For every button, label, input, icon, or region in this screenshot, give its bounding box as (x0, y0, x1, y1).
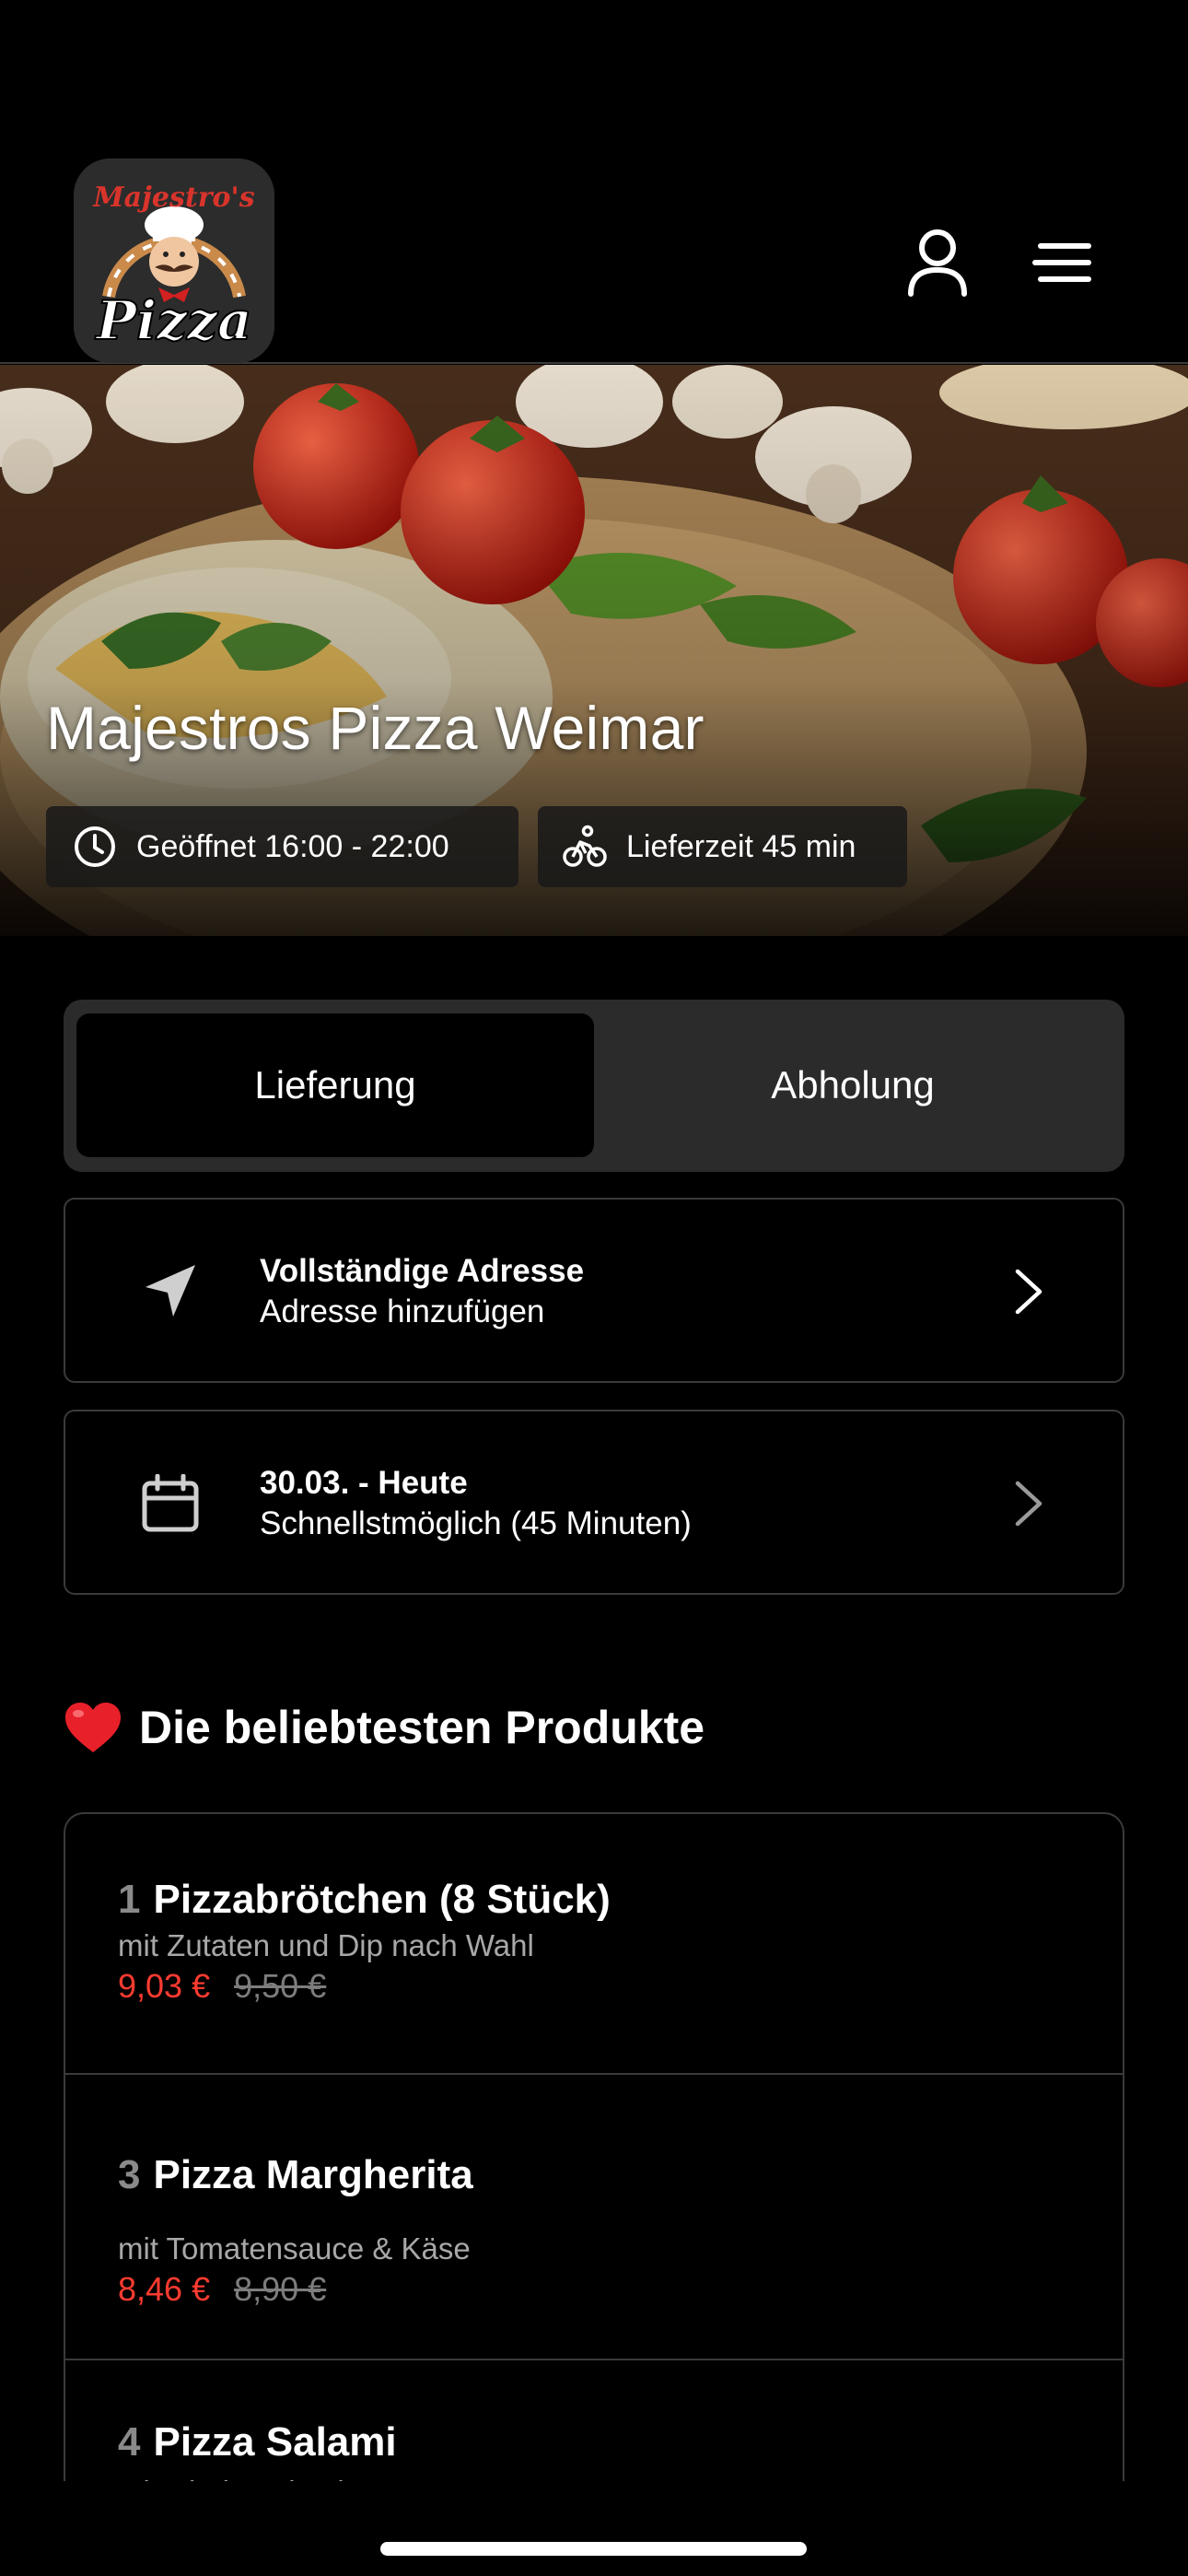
address-subtitle: Adresse hinzufügen (260, 1294, 545, 1329)
address-texts: Vollständige Adresse Adresse hinzufügen (260, 1251, 584, 1332)
clock-icon (72, 824, 118, 870)
old-price: 9,50 € (234, 1967, 327, 2005)
product-item[interactable]: 4Pizza Salami mit Rindersalami (65, 2360, 1123, 2485)
product-number: 4 (118, 2419, 141, 2465)
delivery-time-text: Lieferzeit 45 min (626, 828, 856, 864)
heart-icon (65, 1703, 121, 1752)
app-screen: Majestro's Pizza Majestros Pizza Weimar … (0, 0, 1188, 2576)
schedule-date: 30.03. - Heute (260, 1465, 468, 1501)
restaurant-title: Majestros Pizza Weimar (46, 694, 705, 762)
top-header: Majestro's Pizza (0, 0, 1188, 364)
product-name: Pizza Salami (153, 2419, 397, 2465)
hamburger-menu-icon[interactable] (1021, 221, 1104, 304)
popular-products-list: 1 Pizzabrötchen (8 Stück) mit Zutaten und… (64, 1812, 1124, 2485)
svg-text:Majestro's: Majestro's (92, 181, 254, 214)
svg-text:Pizza: Pizza (94, 289, 251, 352)
popular-products-heading: Die beliebtesten Produkte (64, 1701, 705, 1754)
bottom-safe-area (0, 2481, 1188, 2576)
product-number: 3 (118, 2152, 141, 2197)
product-description: mit Zutaten und Dip nach Wahl (118, 1928, 534, 1962)
location-arrow-icon (132, 1253, 209, 1330)
schedule-texts: 30.03. - Heute Schnellstmöglich (45 Minu… (260, 1463, 692, 1544)
bicycle-icon (562, 824, 608, 870)
chevron-right-icon (1001, 1476, 1056, 1531)
tab-abholung[interactable]: Abholung (594, 1013, 1112, 1157)
delivery-time-row[interactable]: 30.03. - Heute Schnellstmöglich (45 Minu… (64, 1410, 1124, 1595)
delivery-time-chip: Lieferzeit 45 min (538, 806, 907, 887)
home-indicator[interactable] (380, 2542, 807, 2556)
product-price: 8,46 € 8,90 € (118, 2270, 326, 2309)
calendar-icon (132, 1465, 209, 1542)
product-heading: 1 Pizzabrötchen (8 Stück) (118, 1877, 611, 1923)
current-price: 9,03 € (118, 1967, 211, 2005)
popular-products-title: Die beliebtesten Produkte (139, 1702, 705, 1753)
product-item[interactable]: 1 Pizzabrötchen (8 Stück) mit Zutaten und… (65, 1814, 1123, 2075)
user-icon[interactable] (896, 221, 979, 304)
schedule-subtitle: Schnellstmöglich (45 Minuten) (260, 1505, 692, 1541)
product-name: Pizzabrötchen (8 Stück) (153, 1877, 611, 1922)
hero-banner: Majestros Pizza Weimar Geöffnet 16:00 - … (0, 365, 1188, 936)
product-price: 9,03 € 9,50 € (118, 1967, 326, 2006)
product-name: Pizza Margherita (153, 2152, 473, 2197)
product-number: 1 (118, 1877, 141, 1922)
opening-hours-text: Geöffnet 16:00 - 22:00 (136, 828, 449, 864)
address-row[interactable]: Vollständige Adresse Adresse hinzufügen (64, 1198, 1124, 1383)
current-price: 8,46 € (118, 2270, 211, 2308)
product-heading: 4 Pizza Salami (118, 2419, 397, 2465)
tab-lieferung[interactable]: Lieferung (76, 1013, 594, 1157)
restaurant-logo[interactable]: Majestro's Pizza (74, 158, 274, 363)
order-mode-toggle: Lieferung Abholung (64, 1000, 1124, 1172)
product-item[interactable]: 3 Pizza Margherita mit Tomatensauce & Käs… (65, 2075, 1123, 2360)
product-description: mit Tomatensauce & Käse (118, 2231, 471, 2266)
old-price: 8,90 € (234, 2270, 327, 2308)
chevron-right-icon (1001, 1264, 1056, 1319)
address-title: Vollständige Adresse (260, 1253, 585, 1289)
product-heading: 3 Pizza Margherita (118, 2152, 473, 2198)
opening-hours-chip: Geöffnet 16:00 - 22:00 (46, 806, 518, 887)
